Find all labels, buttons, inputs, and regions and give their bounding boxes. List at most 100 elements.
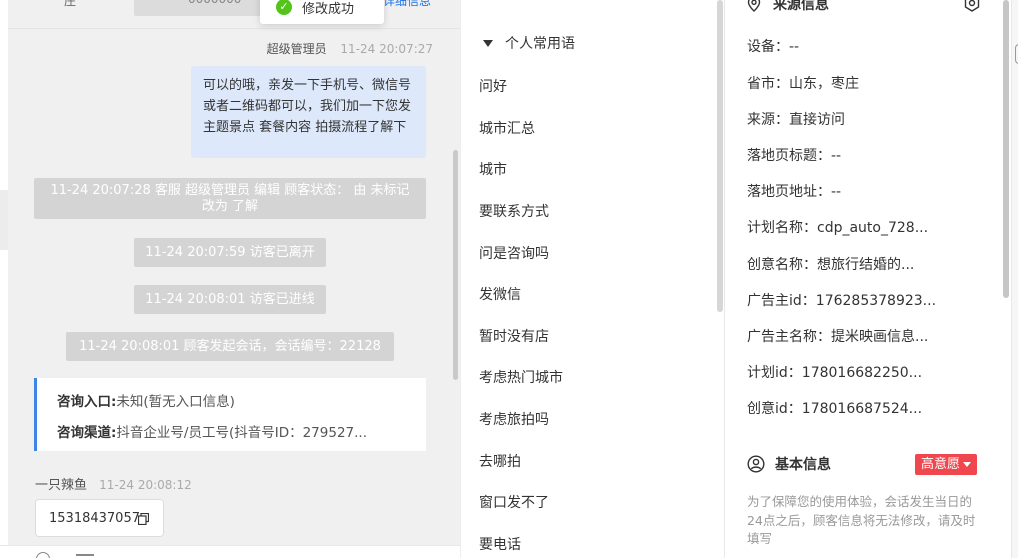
phrase-group-title: 个人常用语 <box>505 36 575 52</box>
info-label: 来源： <box>747 112 789 128</box>
chat-panel: 庄 0000000 详细信息 超级管理员 11-24 20:07:27 可以的哦… <box>0 0 460 558</box>
check-icon: ✓ <box>276 0 292 15</box>
info-row-advertiser-name: 广告主名称：提米映画信息... <box>747 326 928 346</box>
info-row-plan-id: 计划id：178016682250... <box>747 362 922 382</box>
previous-row: 庄 0000000 详细信息 <box>8 0 460 20</box>
info-row-device: 设备：-- <box>747 36 799 56</box>
entrance-label: 咨询入口: <box>57 394 117 410</box>
info-value: 提米映画信息... <box>831 329 929 345</box>
visitor-message-text: 15318437057 <box>49 511 140 526</box>
basic-info-header: 基本信息 <box>747 454 831 474</box>
success-toast: ✓ 修改成功 <box>260 0 384 24</box>
info-value: 176285378923... <box>815 293 937 309</box>
previous-row-link[interactable]: 详细信息 <box>383 0 431 9</box>
channel-label: 咨询渠道: <box>57 425 117 441</box>
intent-badge-label: 高意愿 <box>921 457 961 472</box>
entry-info-card: 咨询入口:未知(暂无入口信息) 咨询渠道:抖音企业号/员工号(抖音号ID：279… <box>34 378 426 451</box>
divider <box>8 28 460 29</box>
info-label: 设备： <box>747 39 789 55</box>
info-value: 直接访问 <box>789 112 845 128</box>
user-circle-icon <box>747 455 765 473</box>
intent-badge[interactable]: 高意愿 <box>915 454 978 475</box>
info-value: 想旅行结婚的... <box>817 257 915 273</box>
phrase-item[interactable]: 城市汇总 <box>479 118 535 138</box>
copy-icon[interactable] <box>138 513 149 525</box>
phrase-item[interactable]: 问好 <box>479 76 507 96</box>
caret-down-icon <box>963 462 972 467</box>
chat-messages[interactable]: 庄 0000000 详细信息 超级管理员 11-24 20:07:27 可以的哦… <box>8 0 460 545</box>
agent-message-meta: 超级管理员 11-24 20:07:27 <box>267 40 433 57</box>
info-value: -- <box>789 39 800 55</box>
edit-deadline-note: 为了保障您的使用体验，会话发生当日的24点之后，顾客信息将无法修改，请及时填写 <box>747 494 976 546</box>
agent-name: 超级管理员 <box>266 42 327 56</box>
customer-info-panel: 来源信息 设备：-- 省市：山东，枣庄 来源：直接访问 落地页标题：-- 落地页… <box>724 0 1018 558</box>
phrase-item[interactable]: 要电话 <box>479 534 521 554</box>
info-value: 178016682250... <box>801 365 923 381</box>
basic-info-title: 基本信息 <box>775 457 831 473</box>
info-value: cdp_auto_728... <box>817 220 929 236</box>
info-row-landing-title: 落地页标题：-- <box>747 145 841 165</box>
info-label: 广告主名称： <box>747 329 831 345</box>
info-scrollbar[interactable] <box>1003 0 1009 298</box>
info-label: 落地页地址： <box>747 184 831 200</box>
phrases-scrollbar[interactable] <box>717 0 723 312</box>
system-event: 11-24 20:07:28 客服 超级管理员 编辑 顾客状态： 由 未标记 改… <box>34 178 426 219</box>
right-edge-toolbar <box>1011 0 1018 558</box>
info-value: -- <box>831 148 842 164</box>
previous-row-text: 庄 <box>64 0 77 8</box>
source-info-title: 来源信息 <box>773 0 829 13</box>
system-event: 11-24 20:08:01 顾客发起会话，会话编号：22128 <box>66 332 394 361</box>
phrase-group-header[interactable]: 个人常用语 <box>483 33 575 53</box>
info-row-region: 省市：山东，枣庄 <box>747 73 859 93</box>
phrase-item[interactable]: 发微信 <box>479 284 521 304</box>
source-info-header: 来源信息 <box>747 0 829 14</box>
info-label: 广告主id： <box>747 293 816 309</box>
entrance-value: 未知(暂无入口信息) <box>116 394 235 410</box>
channel-row: 咨询渠道:抖音企业号/员工号(抖音号ID：279527... <box>57 421 426 452</box>
info-label: 创意名称： <box>747 257 817 273</box>
toast-text: 修改成功 <box>302 1 355 17</box>
phrase-item[interactable]: 要联系方式 <box>479 201 549 221</box>
channel-value: 抖音企业号/员工号(抖音号ID：279527... <box>116 425 368 441</box>
phrase-item[interactable]: 暂时没有店 <box>479 326 549 346</box>
system-event: 11-24 20:07:59 访客已离开 <box>134 238 326 267</box>
phrase-item[interactable]: 考虑旅拍吗 <box>479 409 549 429</box>
image-icon[interactable] <box>76 554 94 556</box>
info-value: 山东，枣庄 <box>789 76 859 92</box>
caret-down-icon <box>483 39 493 47</box>
info-label: 省市： <box>747 76 789 92</box>
info-row-advertiser-id: 广告主id：176285378923... <box>747 290 936 310</box>
info-row-landing-url: 落地页地址：-- <box>747 181 841 201</box>
phrase-item[interactable]: 窗口发不了 <box>479 492 549 512</box>
visitor-message-bubble: 15318437057 <box>35 499 164 537</box>
agent-message-time: 11-24 20:07:27 <box>340 42 433 56</box>
system-event: 11-24 20:08:01 访客已进线 <box>134 285 326 314</box>
info-label: 落地页标题： <box>747 148 831 164</box>
previous-row-value: 0000000 <box>188 0 241 6</box>
visitor-name: 一只辣鱼 <box>35 478 88 493</box>
info-value: -- <box>831 184 842 200</box>
info-label: 计划名称： <box>747 220 817 236</box>
phrase-item[interactable]: 问是咨询吗 <box>479 243 549 263</box>
app-root: 庄 0000000 详细信息 超级管理员 11-24 20:07:27 可以的哦… <box>0 0 1018 558</box>
quick-phrases-panel: 个人常用语 问好 城市汇总 城市 要联系方式 问是咨询吗 发微信 暂时没有店 考… <box>460 0 724 558</box>
info-row-creative-name: 创意名称：想旅行结婚的... <box>747 254 914 274</box>
info-row-creative-id: 创意id：178016687524... <box>747 398 922 418</box>
visitor-message-time: 11-24 20:08:12 <box>99 478 192 492</box>
phrase-item[interactable]: 城市 <box>479 159 507 179</box>
chat-scrollbar[interactable] <box>453 150 458 380</box>
settings-icon[interactable] <box>963 0 981 12</box>
left-strip <box>0 190 8 250</box>
info-label: 计划id： <box>747 365 802 381</box>
entrance-row: 咨询入口:未知(暂无入口信息) <box>57 390 426 421</box>
location-pin-icon <box>747 0 761 12</box>
info-row-plan-name: 计划名称：cdp_auto_728... <box>747 217 928 237</box>
agent-message-bubble: 可以的哦，亲发一下手机号、微信号或者二维码都可以，我们加一下您发主题景点 套餐内… <box>191 66 426 158</box>
info-label: 创意id： <box>747 401 802 417</box>
visitor-message-meta: 一只辣鱼 11-24 20:08:12 <box>35 474 192 493</box>
chat-toolbar <box>0 545 460 558</box>
phrase-item[interactable]: 去哪拍 <box>479 451 521 471</box>
phrase-item[interactable]: 考虑热门城市 <box>479 367 563 387</box>
info-value: 178016687524... <box>801 401 923 417</box>
info-row-source: 来源：直接访问 <box>747 109 845 129</box>
